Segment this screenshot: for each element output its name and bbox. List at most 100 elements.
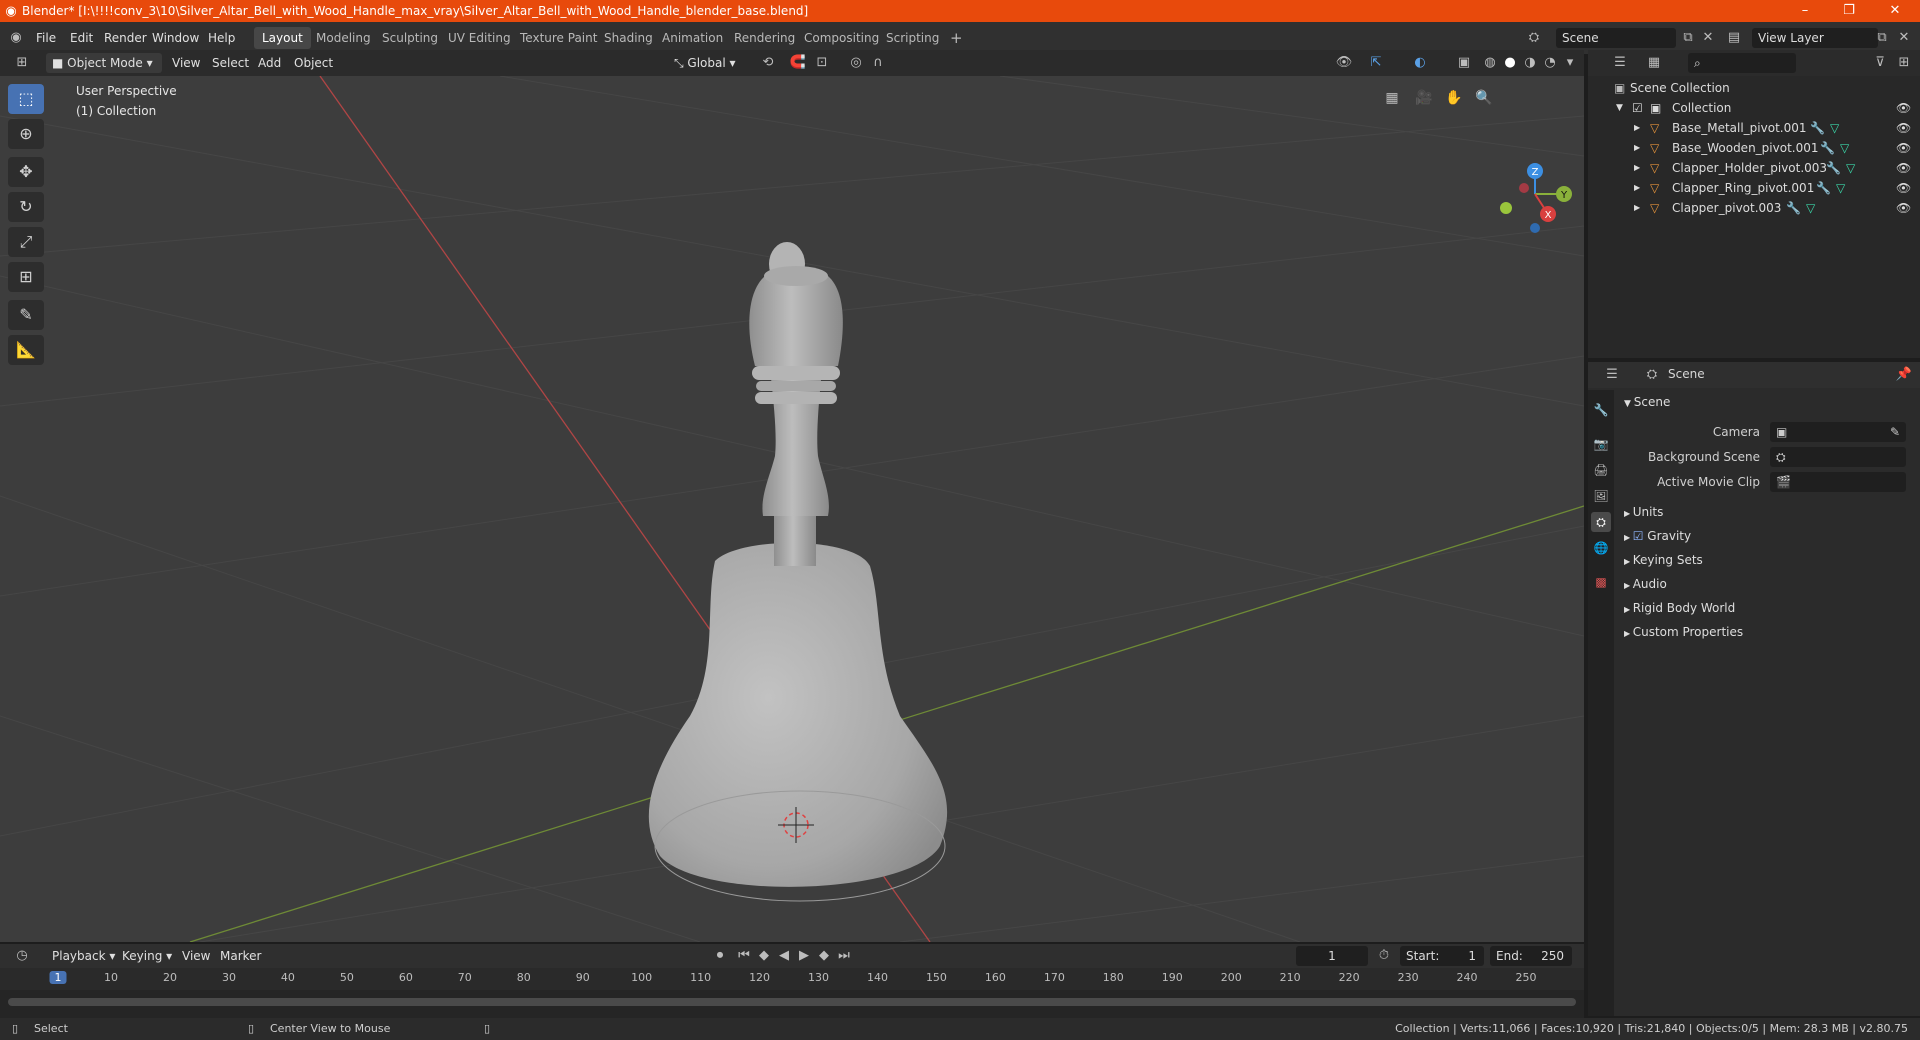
xray-toggle-icon[interactable]: ▣: [1454, 53, 1474, 73]
tab-texture-paint[interactable]: Texture Paint: [512, 27, 605, 49]
transform-orientation-selector[interactable]: ⤡ Global ▾: [668, 53, 742, 73]
filter-icon[interactable]: ⊽: [1870, 53, 1890, 73]
timeline-editor-icon[interactable]: ◷: [12, 946, 32, 966]
menu-file[interactable]: File: [30, 29, 62, 47]
restore-icon[interactable]: ❐: [1826, 0, 1872, 22]
zoom-view-icon[interactable]: 🔍: [1472, 86, 1496, 110]
pan-view-icon[interactable]: ✋: [1442, 86, 1466, 110]
eye-icon[interactable]: 👁: [1896, 118, 1911, 138]
editor-type-icon[interactable]: ⊞: [12, 53, 32, 73]
view-layer-tab-icon[interactable]: 🖼: [1591, 486, 1611, 506]
current-frame-indicator[interactable]: 1: [49, 971, 67, 984]
background-scene-field[interactable]: ⛭: [1770, 447, 1906, 467]
outliner-row-collection[interactable]: ▼ ☑ ▣ Collection 👁: [1588, 98, 1920, 118]
tab-rendering[interactable]: Rendering: [726, 27, 803, 49]
mesh-data-icon[interactable]: ▽: [1846, 158, 1855, 178]
add-workspace-button[interactable]: +: [942, 27, 971, 49]
properties-editor-icon[interactable]: ☰: [1602, 365, 1622, 385]
outliner-row-object[interactable]: ▶ ▽ Base_Wooden_pivot.001 🔧 ▽ 👁: [1588, 138, 1920, 158]
play-icon[interactable]: ▶: [794, 946, 814, 966]
tool-tab-icon[interactable]: 🔧: [1591, 400, 1611, 420]
scale-tool-icon[interactable]: ⤢: [8, 227, 44, 257]
modifier-icon[interactable]: 🔧: [1810, 118, 1825, 138]
tab-scripting[interactable]: Scripting: [878, 27, 947, 49]
gravity-checkbox-icon[interactable]: ☑: [1633, 529, 1648, 543]
minimize-icon[interactable]: –: [1782, 0, 1828, 22]
eye-icon[interactable]: 👁: [1896, 158, 1911, 178]
start-frame-field[interactable]: Start: 1: [1400, 946, 1484, 966]
expand-arrow-icon[interactable]: ▶: [1634, 198, 1640, 218]
keying-sets-panel-header[interactable]: ▶ Keying Sets: [1624, 550, 1703, 570]
modifier-icon[interactable]: 🔧: [1786, 198, 1801, 218]
outliner-row-object[interactable]: ▶ ▽ Clapper_Ring_pivot.001 🔧 ▽ 👁: [1588, 178, 1920, 198]
annotate-tool-icon[interactable]: ✎: [8, 300, 44, 330]
custom-properties-panel-header[interactable]: ▶ Custom Properties: [1624, 622, 1743, 642]
menu-render[interactable]: Render: [98, 29, 153, 47]
mode-selector[interactable]: ■ Object Mode ▾: [46, 53, 162, 73]
tab-animation[interactable]: Animation: [654, 27, 731, 49]
falloff-icon[interactable]: ∩: [868, 53, 888, 73]
eye-icon[interactable]: 👁: [1896, 98, 1911, 118]
tab-uv-editing[interactable]: UV Editing: [440, 27, 519, 49]
render-tab-icon[interactable]: 📷: [1591, 434, 1611, 454]
expand-arrow-icon[interactable]: ▶: [1634, 178, 1640, 198]
menu-view[interactable]: View: [166, 53, 206, 73]
rotate-tool-icon[interactable]: ↻: [8, 192, 44, 222]
next-keyframe-icon[interactable]: ◆: [814, 946, 834, 966]
pin-icon[interactable]: 📌: [1894, 365, 1914, 385]
scene-selector[interactable]: Scene: [1556, 28, 1676, 48]
tab-modeling[interactable]: Modeling: [308, 27, 379, 49]
visibility-icon[interactable]: 👁: [1334, 53, 1354, 73]
scene-panel-header[interactable]: ▼ Scene: [1624, 392, 1670, 412]
menu-view[interactable]: View: [176, 946, 216, 966]
expand-arrow-icon[interactable]: ▶: [1634, 158, 1640, 178]
menu-object[interactable]: Object: [288, 53, 339, 73]
prev-keyframe-icon[interactable]: ◆: [754, 946, 774, 966]
outliner-row-object[interactable]: ▶ ▽ Base_Metall_pivot.001 🔧 ▽ 👁: [1588, 118, 1920, 138]
pivot-point-icon[interactable]: ⟲: [758, 53, 778, 73]
snap-icon[interactable]: 🧲: [788, 53, 808, 73]
scene-icon[interactable]: ⛭: [1524, 28, 1544, 48]
menu-window[interactable]: Window: [146, 29, 205, 47]
mesh-data-icon[interactable]: ▽: [1830, 118, 1839, 138]
outliner-row-scene-collection[interactable]: ▣ Scene Collection: [1588, 78, 1920, 98]
units-panel-header[interactable]: ▶ Units: [1624, 502, 1663, 522]
gravity-panel-header[interactable]: ▶ ☑ Gravity: [1624, 526, 1691, 546]
current-frame-field[interactable]: 1: [1296, 946, 1368, 966]
outliner-search-input[interactable]: ⌕: [1688, 53, 1796, 73]
modifier-icon[interactable]: 🔧: [1826, 158, 1841, 178]
measure-tool-icon[interactable]: 📐: [8, 335, 44, 365]
eye-icon[interactable]: 👁: [1896, 198, 1911, 218]
menu-help[interactable]: Help: [202, 29, 241, 47]
menu-keying[interactable]: Keying ▾: [116, 946, 178, 966]
timeline-track[interactable]: [0, 990, 1584, 1018]
overlays-toggle-icon[interactable]: ◐: [1410, 53, 1430, 73]
rendered-shading-icon[interactable]: ◔: [1540, 53, 1560, 73]
outliner-row-object[interactable]: ▶ ▽ Clapper_Holder_pivot.003 🔧 ▽ 👁: [1588, 158, 1920, 178]
blender-menu-icon[interactable]: ◉: [6, 28, 26, 48]
eye-icon[interactable]: 👁: [1896, 178, 1911, 198]
play-reverse-icon[interactable]: ◀: [774, 946, 794, 966]
bell-model[interactable]: [648, 242, 948, 902]
jump-start-icon[interactable]: ⏮: [734, 946, 754, 966]
view-layer-copy-icon[interactable]: ⧉: [1872, 28, 1892, 48]
audio-panel-header[interactable]: ▶ Audio: [1624, 574, 1667, 594]
modifier-icon[interactable]: 🔧: [1820, 138, 1835, 158]
menu-playback[interactable]: Playback ▾: [46, 946, 121, 966]
tab-shading[interactable]: Shading: [596, 27, 661, 49]
scene-remove-icon[interactable]: ✕: [1698, 28, 1718, 48]
jump-end-icon[interactable]: ⏭: [834, 946, 854, 966]
active-movie-clip-field[interactable]: 🎬: [1770, 472, 1906, 492]
view-layer-selector[interactable]: View Layer: [1752, 28, 1878, 48]
navigation-gizmo[interactable]: Z Y X: [1500, 163, 1572, 233]
record-icon[interactable]: ⏺: [710, 946, 730, 966]
output-tab-icon[interactable]: 🖨: [1591, 460, 1611, 480]
eye-icon[interactable]: 👁: [1896, 138, 1911, 158]
view-layer-icon[interactable]: ▤: [1724, 28, 1744, 48]
tab-layout[interactable]: Layout: [254, 27, 311, 49]
view-layer-remove-icon[interactable]: ✕: [1894, 28, 1914, 48]
collection-checkbox-icon[interactable]: ☑: [1632, 98, 1643, 118]
outliner-editor-icon[interactable]: ☰: [1610, 53, 1630, 73]
menu-marker[interactable]: Marker: [214, 946, 267, 966]
select-box-tool-icon[interactable]: ⬚: [8, 84, 44, 114]
